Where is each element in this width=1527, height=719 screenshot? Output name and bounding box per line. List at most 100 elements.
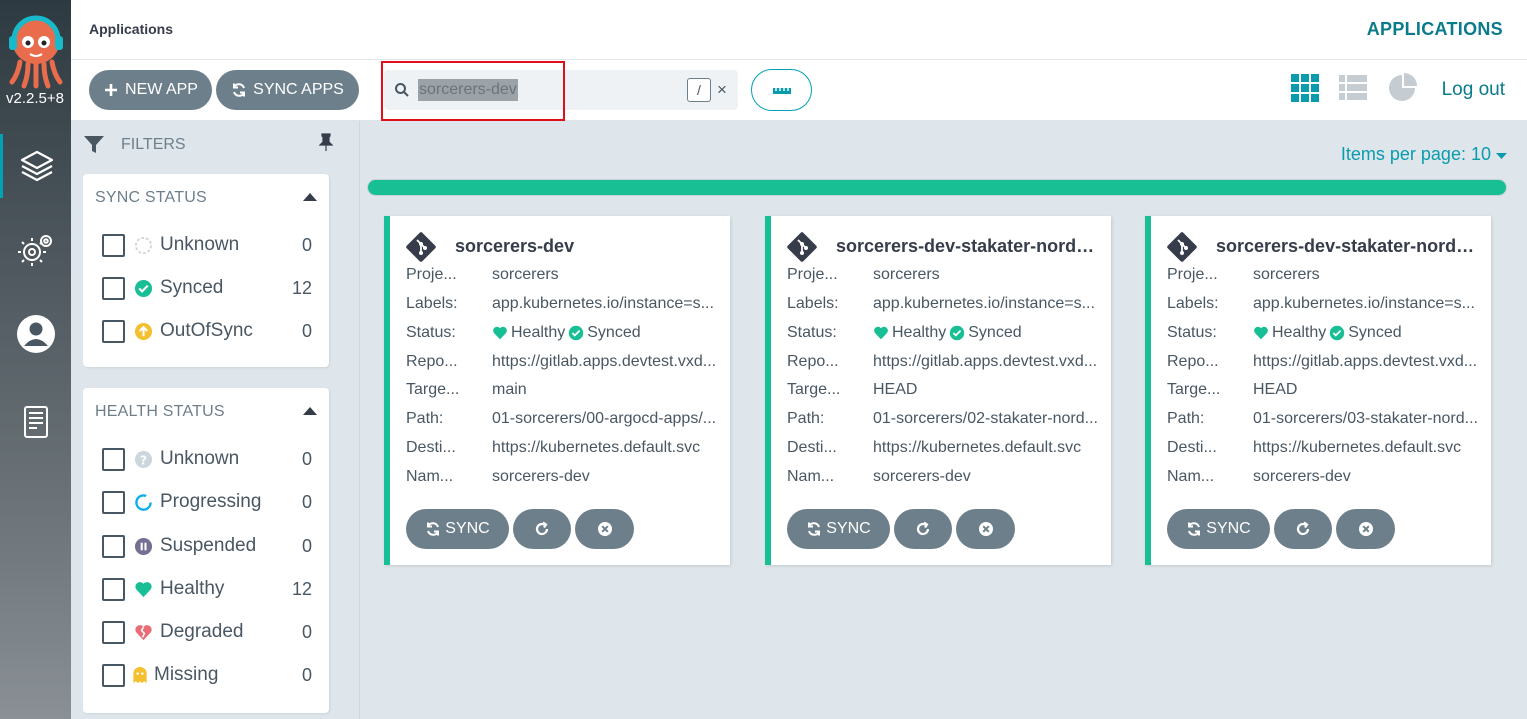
application-card[interactable]: sorcerers-dev Proje... sorcerers Labels: a… bbox=[384, 216, 730, 565]
field-label: Path: bbox=[406, 410, 444, 427]
filter-health-healthy[interactable]: Healthy 12 bbox=[102, 576, 312, 602]
namespace-row: Nam... sorcerers-dev bbox=[406, 468, 726, 490]
project-row: Proje... sorcerers bbox=[406, 266, 726, 288]
repo-row: Repo... https://gitlab.apps.devtest.vxd..… bbox=[1167, 353, 1487, 375]
target-value: main bbox=[492, 381, 527, 398]
filter-sync-unknown[interactable]: Unknown 0 bbox=[102, 232, 312, 258]
path-value: 01-sorcerers/03-stakater-nord... bbox=[1253, 410, 1478, 427]
filter-count: 0 bbox=[301, 234, 312, 255]
new-app-button[interactable]: NEW APP bbox=[89, 70, 212, 110]
status-value: Healthy Synced bbox=[873, 324, 1109, 342]
user-avatar-icon bbox=[16, 315, 55, 353]
filter-health-progressing[interactable]: Progressing 0 bbox=[102, 489, 312, 515]
filter-health-unknown[interactable]: ? Unknown 0 bbox=[102, 446, 312, 472]
labels-value: app.kubernetes.io/instance=s... bbox=[1253, 295, 1475, 312]
pin-icon[interactable] bbox=[319, 133, 333, 151]
page-title: APPLICATIONS bbox=[1366, 19, 1503, 39]
delete-button[interactable] bbox=[956, 509, 1015, 549]
refresh-button[interactable] bbox=[1274, 509, 1332, 549]
repo-row: Repo... https://gitlab.apps.devtest.vxd..… bbox=[406, 353, 726, 375]
repo-row: Repo... https://gitlab.apps.devtest.vxd..… bbox=[787, 353, 1107, 375]
status-value: Healthy Synced bbox=[492, 324, 728, 342]
list-view-icon[interactable] bbox=[1337, 72, 1369, 104]
filter-sync-outofsync[interactable]: OutOfSync 0 bbox=[102, 318, 312, 344]
search-bar[interactable]: sorcerers-dev / × bbox=[384, 70, 738, 110]
filter-label: Suspended bbox=[160, 535, 257, 556]
path-row: Path: 01-sorcerers/03-stakater-nord... bbox=[1167, 410, 1487, 432]
health-status-filter: HEALTH STATUS ? Unknown 0 Progressing 0 … bbox=[83, 388, 329, 713]
filter-label: Missing bbox=[154, 664, 219, 685]
application-card[interactable]: sorcerers-dev-stakater-nordm... Proje...… bbox=[1145, 216, 1491, 565]
collapse-caret-icon[interactable] bbox=[303, 193, 317, 201]
argo-octopus-logo[interactable] bbox=[6, 10, 66, 90]
project-value: sorcerers bbox=[873, 266, 940, 283]
checkbox[interactable] bbox=[102, 233, 125, 257]
sync-button[interactable]: SYNC bbox=[406, 509, 509, 549]
collapse-caret-icon[interactable] bbox=[303, 407, 317, 415]
sync-button[interactable]: SYNC bbox=[787, 509, 890, 549]
clear-search-icon[interactable]: × bbox=[717, 80, 727, 100]
app-name[interactable]: sorcerers-dev-stakater-nordm... bbox=[1216, 236, 1486, 257]
labels-row: Labels: app.kubernetes.io/instance=s... bbox=[406, 295, 726, 317]
field-label: Status: bbox=[787, 324, 837, 341]
filter-sync-synced[interactable]: Synced 12 bbox=[102, 275, 312, 301]
filter-health-degraded[interactable]: Degraded 0 bbox=[102, 619, 312, 645]
checkbox[interactable] bbox=[102, 447, 125, 471]
namespace-row: Nam... sorcerers-dev bbox=[1167, 468, 1487, 490]
items-per-page-dropdown[interactable]: Items per page: 10 bbox=[1341, 144, 1507, 165]
project-row: Proje... sorcerers bbox=[787, 266, 1107, 288]
app-name[interactable]: sorcerers-dev bbox=[455, 236, 725, 257]
pie-chart-view-icon[interactable] bbox=[1386, 72, 1418, 104]
project-value: sorcerers bbox=[1253, 266, 1320, 283]
status-row: Status: Healthy Synced bbox=[1167, 324, 1487, 346]
filter-label: Degraded bbox=[160, 621, 244, 642]
delete-button[interactable] bbox=[1336, 509, 1395, 549]
target-row: Targe... HEAD bbox=[787, 381, 1107, 403]
field-label: Labels: bbox=[1167, 295, 1219, 312]
filters-header: FILTERS bbox=[83, 135, 186, 155]
refresh-button[interactable] bbox=[513, 509, 571, 549]
gears-icon bbox=[17, 235, 52, 266]
field-label: Status: bbox=[1167, 324, 1217, 341]
nav-settings[interactable] bbox=[0, 218, 71, 282]
filter-label: Unknown bbox=[160, 448, 240, 469]
left-navigation-rail: v2.2.5+8 bbox=[0, 0, 71, 719]
sync-button[interactable]: SYNC bbox=[1167, 509, 1270, 549]
sync-status: Synced bbox=[587, 324, 641, 341]
checkbox[interactable] bbox=[102, 490, 125, 514]
sync-status-filter: SYNC STATUS Unknown 0 Synced 12 OutOfSyn… bbox=[83, 174, 329, 367]
filter-health-missing[interactable]: Missing 0 bbox=[102, 662, 312, 688]
path-row: Path: 01-sorcerers/02-stakater-nord... bbox=[787, 410, 1107, 432]
nav-documentation[interactable] bbox=[0, 390, 71, 454]
tile-size-toggle-button[interactable] bbox=[751, 69, 812, 111]
app-name[interactable]: sorcerers-dev-stakater-nordm... bbox=[836, 236, 1106, 257]
field-label: Desti... bbox=[406, 439, 456, 456]
refresh-button[interactable] bbox=[894, 509, 952, 549]
git-icon bbox=[1167, 232, 1197, 262]
checkbox[interactable] bbox=[102, 276, 125, 300]
nav-user-info[interactable] bbox=[0, 302, 71, 366]
checkbox[interactable] bbox=[102, 319, 125, 343]
new-app-label: NEW APP bbox=[125, 81, 198, 98]
field-label: Targe... bbox=[406, 381, 460, 398]
logout-link[interactable]: Log out bbox=[1442, 79, 1505, 101]
search-input-value[interactable]: sorcerers-dev bbox=[418, 79, 518, 101]
delete-button[interactable] bbox=[575, 509, 634, 549]
path-value: 01-sorcerers/02-stakater-nord... bbox=[873, 410, 1098, 427]
field-label: Repo... bbox=[406, 353, 458, 370]
sync-status: Synced bbox=[1348, 324, 1402, 341]
application-card[interactable]: sorcerers-dev-stakater-nordm... Proje...… bbox=[765, 216, 1111, 565]
nav-applications[interactable] bbox=[0, 134, 71, 198]
checkbox[interactable] bbox=[102, 663, 125, 687]
checkbox[interactable] bbox=[102, 534, 125, 558]
checkbox[interactable] bbox=[102, 577, 125, 601]
health-status: Healthy bbox=[511, 324, 566, 341]
breadcrumb[interactable]: Applications bbox=[89, 21, 173, 37]
checkbox[interactable] bbox=[102, 620, 125, 644]
field-label: Path: bbox=[787, 410, 825, 427]
sync-apps-button[interactable]: SYNC APPS bbox=[216, 70, 359, 110]
refresh-icon bbox=[535, 521, 549, 536]
field-label: Proje... bbox=[406, 266, 457, 283]
tiles-view-icon[interactable] bbox=[1289, 72, 1321, 104]
filter-health-suspended[interactable]: Suspended 0 bbox=[102, 533, 312, 559]
